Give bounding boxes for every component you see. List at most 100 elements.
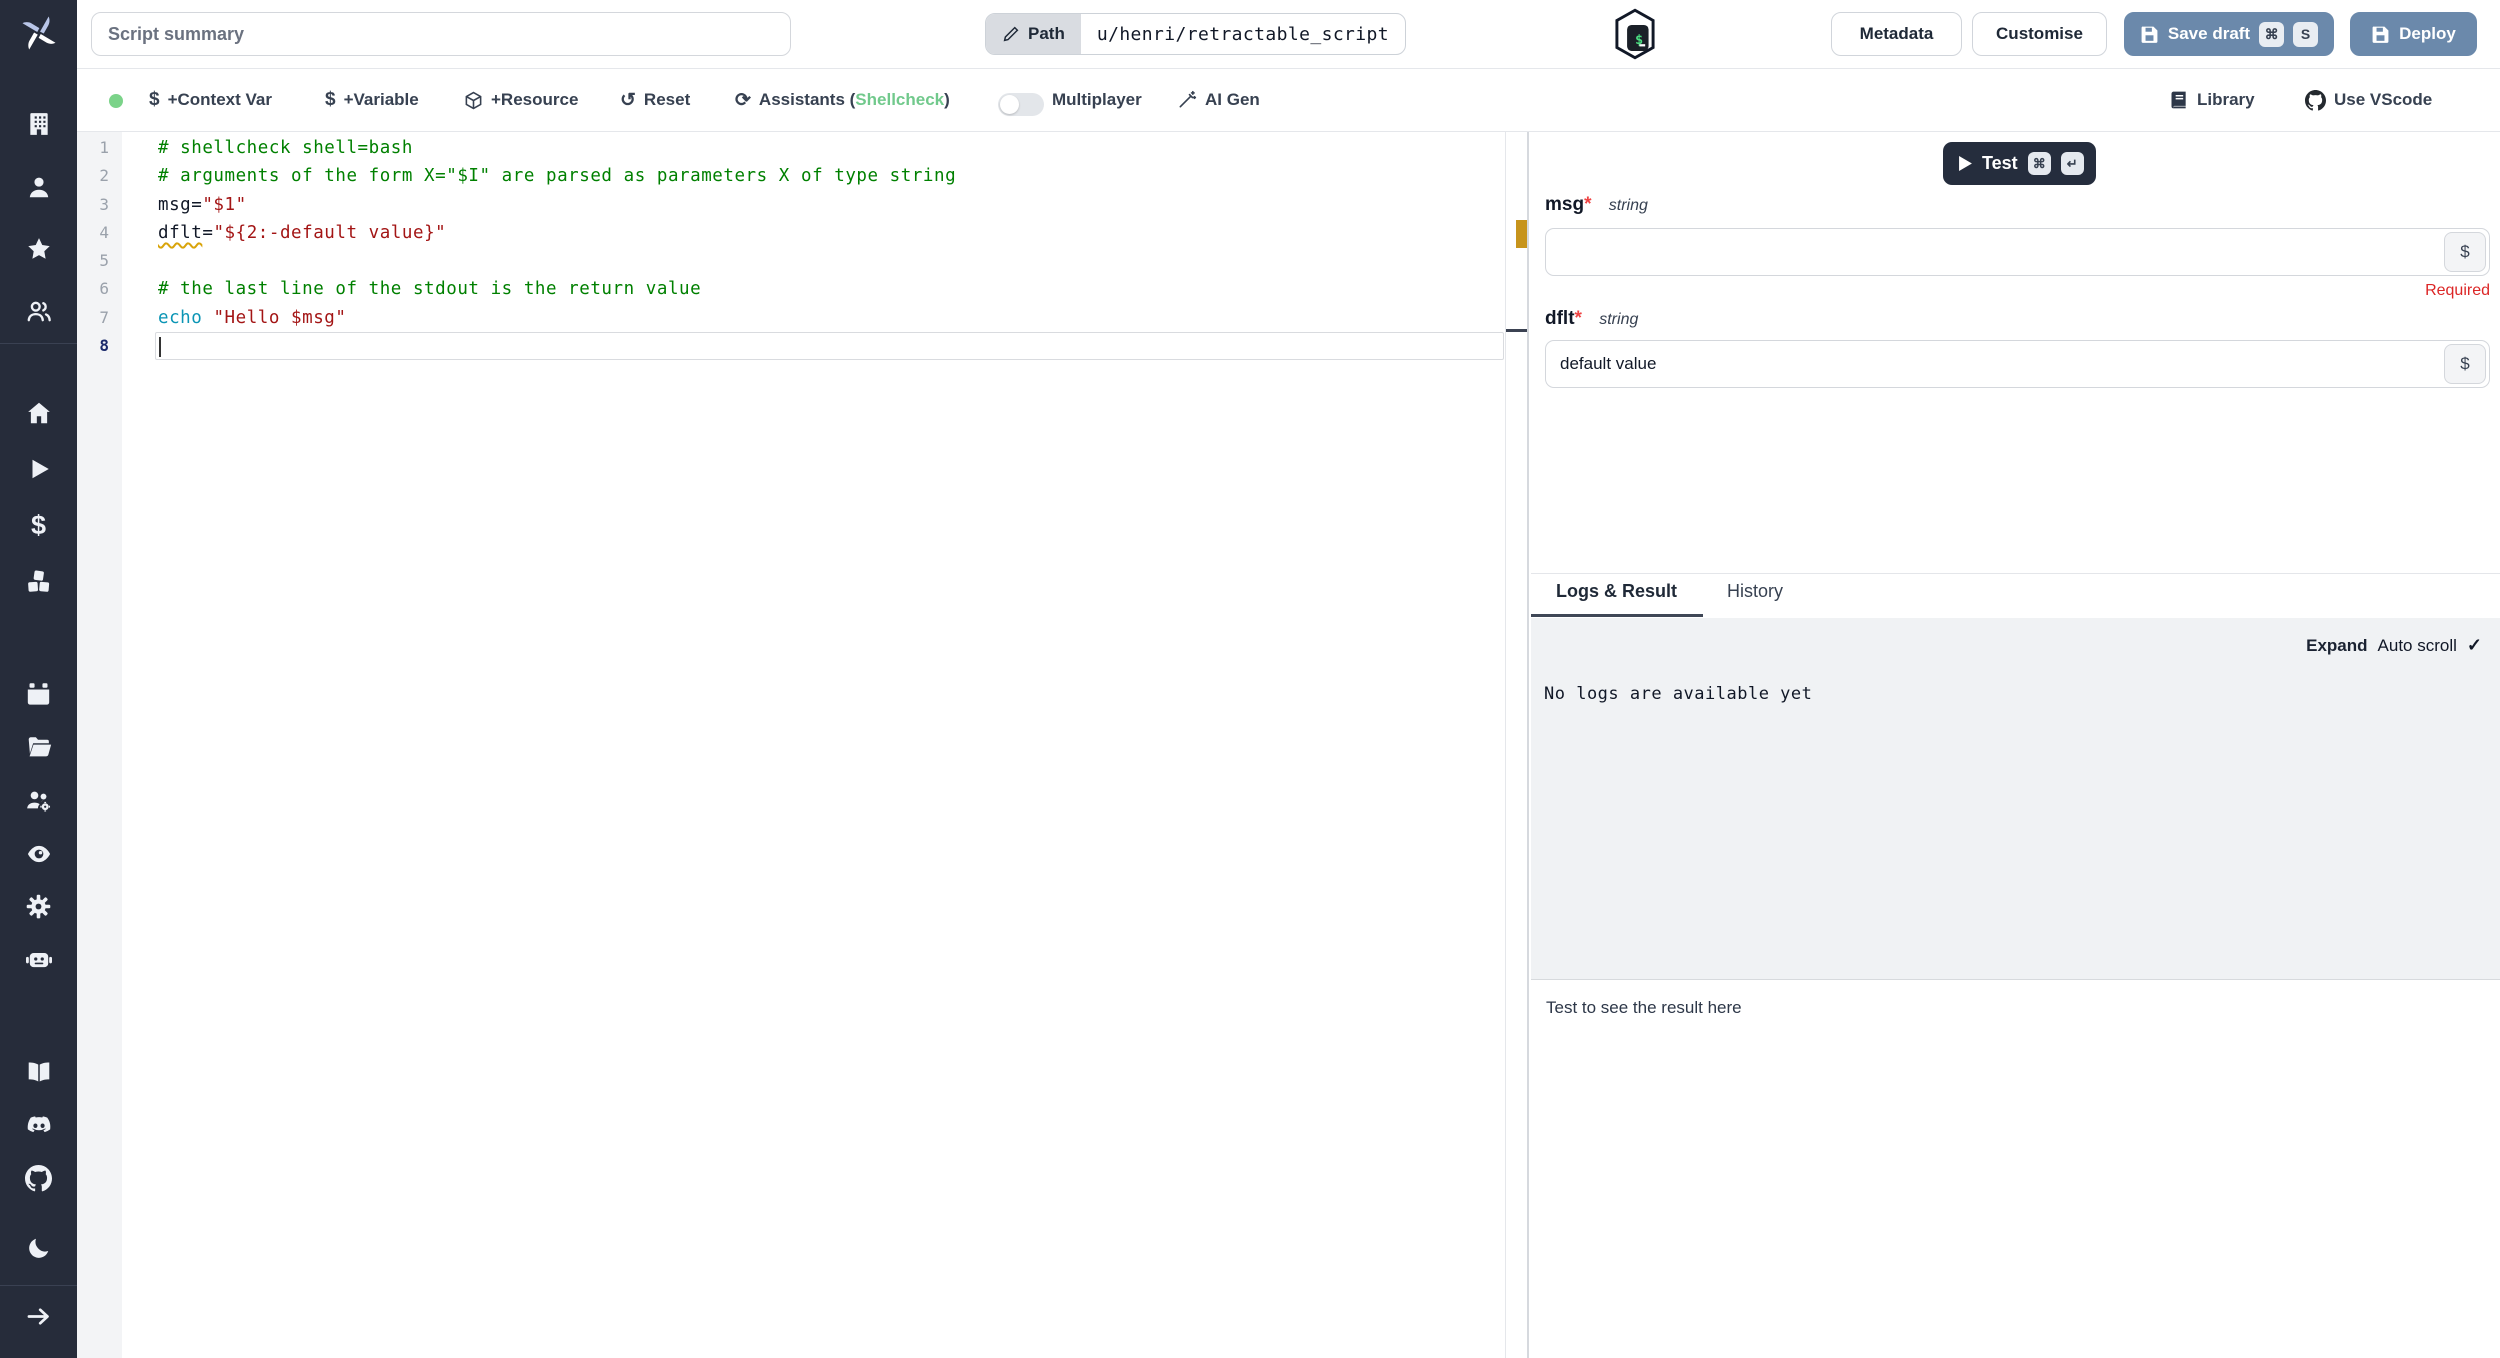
code-line: 7 echo "Hello $msg" <box>77 304 1505 332</box>
logs-controls[interactable]: Expand Auto scroll ✓ <box>2306 635 2482 656</box>
windmill-logo[interactable] <box>0 12 77 54</box>
audit-logs-icon[interactable] <box>0 841 77 867</box>
line-number: 3 <box>99 194 109 214</box>
save-icon <box>2372 26 2389 43</box>
schedules-icon[interactable] <box>0 681 77 708</box>
field-label-msg: msg* string <box>1545 194 1648 215</box>
kbd-cmd: ⌘ <box>2027 152 2051 175</box>
tab-logs-result[interactable]: Logs & Result <box>1556 581 1677 602</box>
path-label-segment: Path <box>986 14 1081 54</box>
shellcheck-label: Shellcheck <box>855 90 945 109</box>
cube-icon <box>464 91 483 110</box>
assistants-button[interactable]: ⟳ Assistants (Shellcheck) <box>735 69 950 131</box>
tab-history[interactable]: History <box>1727 581 1783 602</box>
script-summary-input[interactable] <box>91 12 791 56</box>
multiplayer-toggle[interactable] <box>998 93 1044 116</box>
line-number: 7 <box>99 307 109 327</box>
undo-icon: ↺ <box>620 89 636 111</box>
field-dflt-input[interactable] <box>1545 340 2490 388</box>
home-icon[interactable] <box>0 400 77 426</box>
result-area: Test to see the result here <box>1531 980 2500 1358</box>
users-icon[interactable] <box>0 298 77 324</box>
dollar-icon: $ <box>149 89 160 110</box>
path-value: u/henri/retractable_script <box>1096 23 1390 45</box>
resources-icon[interactable] <box>0 568 77 595</box>
code-line: 2 # arguments of the form X="$I" are pars… <box>77 162 1505 190</box>
reset-button[interactable]: ↺ Reset <box>620 69 690 131</box>
discord-icon[interactable] <box>0 1112 77 1138</box>
folders-icon[interactable] <box>0 734 77 760</box>
ai-gen-button[interactable]: AI Gen <box>1177 69 1260 131</box>
star-icon[interactable] <box>0 236 77 262</box>
pencil-icon <box>1003 26 1019 42</box>
expand-button[interactable]: Expand <box>2306 636 2367 656</box>
play-icon <box>1959 156 1972 171</box>
save-draft-button[interactable]: Save draft ⌘ S <box>2124 12 2334 56</box>
logs-empty-message: No logs are available yet <box>1544 684 1813 704</box>
library-button[interactable]: Library <box>2169 69 2255 131</box>
use-vscode-button[interactable]: Use VScode <box>2305 69 2432 131</box>
dollar-icon: $ <box>325 89 336 110</box>
test-button[interactable]: Test ⌘ ↵ <box>1943 142 2096 185</box>
code-lines: 1 # shellcheck shell=bash 2 # arguments of … <box>77 134 1505 361</box>
add-context-var-button[interactable]: $ +Context Var <box>149 69 272 131</box>
text-cursor <box>159 337 161 358</box>
dark-mode-icon[interactable] <box>0 1235 77 1261</box>
field-dflt-wrap: $ <box>1545 340 2490 388</box>
overview-ruler[interactable] <box>1506 132 1529 1358</box>
workers-icon[interactable] <box>0 946 77 972</box>
active-tab-underline <box>1531 614 1703 617</box>
code-editor[interactable]: 1 # shellcheck shell=bash 2 # arguments of … <box>77 132 1506 1358</box>
kbd-cmd: ⌘ <box>2259 21 2285 47</box>
field-label-dflt: dflt* string <box>1545 308 1639 329</box>
refresh-icon: ⟳ <box>735 89 751 111</box>
line-number: 6 <box>99 279 109 299</box>
logs-area: Expand Auto scroll ✓ No logs are availab… <box>1531 618 2500 979</box>
github-icon <box>2305 89 2326 111</box>
code-line: 8 <box>77 332 1505 361</box>
warning-marker <box>1516 220 1527 248</box>
bash-icon: $ <box>1612 8 1658 65</box>
autoscroll-toggle[interactable]: Auto scroll <box>2378 636 2457 656</box>
top-bar: Path u/henri/retractable_script $ Metada… <box>77 0 2500 69</box>
metadata-button[interactable]: Metadata <box>1831 12 1962 56</box>
book-icon <box>2169 90 2189 110</box>
cursor-marker <box>1506 329 1527 332</box>
code-line: 1 # shellcheck shell=bash <box>77 134 1505 162</box>
line-number: 1 <box>99 138 109 157</box>
field-msg-input[interactable] <box>1545 228 2490 276</box>
docs-icon[interactable] <box>0 1059 77 1085</box>
variable-picker-button[interactable]: $ <box>2444 232 2486 272</box>
wand-icon <box>1177 90 1197 110</box>
variables-icon[interactable]: $ <box>0 510 77 541</box>
sidebar-divider <box>0 343 77 344</box>
user-icon[interactable] <box>0 174 77 200</box>
code-line: 6 # the last line of the stdout is the re… <box>77 275 1505 303</box>
github-icon[interactable] <box>0 1165 77 1192</box>
groups-icon[interactable] <box>0 787 77 814</box>
building-icon[interactable] <box>0 111 77 137</box>
settings-icon[interactable] <box>0 893 77 920</box>
required-note: Required <box>2425 282 2490 299</box>
editor-toolbar: $ +Context Var $ +Variable +Resource ↺ R… <box>77 69 2500 132</box>
code-line: 3 msg="$1" <box>77 191 1505 219</box>
sidebar: $ <box>0 0 77 1358</box>
line-number: 2 <box>99 166 109 186</box>
variable-picker-button[interactable]: $ <box>2444 344 2486 384</box>
save-icon <box>2141 26 2158 43</box>
collapse-icon[interactable] <box>0 1303 77 1330</box>
field-msg-wrap: $ <box>1545 228 2490 276</box>
multiplayer-label: Multiplayer <box>1052 90 1142 109</box>
runs-icon[interactable] <box>0 456 77 482</box>
check-icon: ✓ <box>2466 635 2482 655</box>
line-number: 4 <box>99 222 109 242</box>
result-placeholder: Test to see the result here <box>1546 998 1742 1017</box>
kbd-s: S <box>2293 21 2319 47</box>
line-number: 5 <box>99 251 109 271</box>
deploy-button[interactable]: Deploy <box>2350 12 2477 56</box>
add-variable-button[interactable]: $ +Variable <box>325 69 419 131</box>
path-button[interactable]: Path u/henri/retractable_script <box>985 13 1407 55</box>
customise-button[interactable]: Customise <box>1972 12 2107 56</box>
code-line: 4 dflt="${2:-default value}" <box>77 219 1505 247</box>
add-resource-button[interactable]: +Resource <box>464 69 578 131</box>
